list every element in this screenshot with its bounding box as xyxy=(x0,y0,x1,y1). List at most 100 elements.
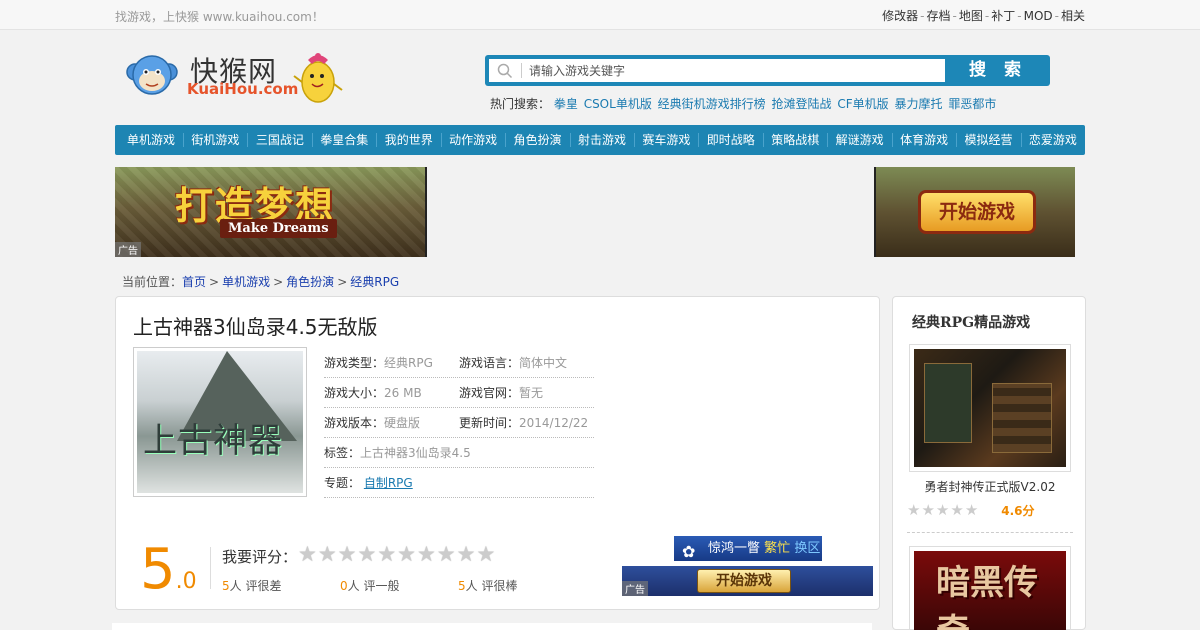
nav-item[interactable]: 角色扮演 xyxy=(506,125,570,155)
hot-search-link[interactable]: 暴力摩托 xyxy=(894,97,942,111)
thumb-panel xyxy=(924,363,972,443)
rating-count-good: 5人 评很棒 xyxy=(458,577,576,594)
rating-count-ok: 0人 评一般 xyxy=(340,577,458,594)
search-input[interactable] xyxy=(529,59,939,82)
top-links: 修改器 - 存档 - 地图 - 补丁 - MOD - 相关 xyxy=(882,7,1085,24)
nav-item[interactable]: 恋爱游戏 xyxy=(1021,125,1085,155)
thumb-title: 暗黑传奇 xyxy=(936,563,1038,630)
game-cover[interactable]: 上古神器 xyxy=(133,347,307,497)
info-value: 上古神器3仙岛录4.5 xyxy=(360,446,471,460)
small-ad-bottom: 开始游戏 广告 xyxy=(622,566,873,596)
nav-item[interactable]: 解谜游戏 xyxy=(828,125,892,155)
nav-item[interactable]: 动作游戏 xyxy=(441,125,505,155)
nav-item[interactable]: 模拟经营 xyxy=(956,125,1020,155)
banner-ad-right[interactable]: 开始游戏 xyxy=(874,167,1075,257)
breadcrumb-home[interactable]: 首页 xyxy=(182,275,206,289)
nav-item[interactable]: 街机游戏 xyxy=(183,125,247,155)
rating-star-icon[interactable]: ★ xyxy=(298,543,317,565)
count-number: 5 xyxy=(458,579,466,593)
top-link-separator: - xyxy=(984,9,990,23)
nav-item[interactable]: 拳皇合集 xyxy=(312,125,376,155)
info-row: 游戏大小：26 MB 游戏官网：暂无 xyxy=(324,378,594,408)
nav-item[interactable]: 我的世界 xyxy=(377,125,441,155)
small-ad-start-button[interactable]: 开始游戏 xyxy=(697,569,791,593)
rating-star-icon[interactable]: ★ xyxy=(476,543,495,565)
sidebar-game-rating: ★ ★ ★ ★ ★ 4.6分 xyxy=(907,501,1035,519)
info-key: 游戏类型： xyxy=(324,356,385,370)
sidebar-game-thumb[interactable]: 暗黑传奇 xyxy=(909,546,1071,630)
hot-search-link[interactable]: 罪恶都市 xyxy=(948,97,996,111)
score-decimal: .0 xyxy=(175,569,197,594)
breadcrumb-rpg[interactable]: 角色扮演 xyxy=(286,275,334,289)
breadcrumb-pc-games[interactable]: 单机游戏 xyxy=(222,275,270,289)
thumb-image: 暗黑传奇 xyxy=(914,551,1066,630)
top-link-map[interactable]: 地图 xyxy=(959,9,983,23)
hot-search-link[interactable]: 抢滩登陆战 xyxy=(772,97,832,111)
info-row: 专题： 自制RPG xyxy=(324,468,594,498)
search-box xyxy=(489,59,945,82)
search-button[interactable]: 搜 索 xyxy=(950,57,1046,84)
info-row: 游戏版本：硬盘版 更新时间：2014/12/22 xyxy=(324,408,594,438)
topic-link[interactable]: 自制RPG xyxy=(364,476,413,490)
top-link-patch[interactable]: 补丁 xyxy=(991,9,1015,23)
top-link-separator: - xyxy=(1054,9,1059,23)
search-icon xyxy=(497,63,513,79)
top-link-save[interactable]: 存档 xyxy=(927,9,951,23)
star-icon: ★ xyxy=(964,501,979,519)
count-label: 人 评很棒 xyxy=(465,579,518,593)
nav-item[interactable]: 体育游戏 xyxy=(892,125,956,155)
rating-star-icon[interactable]: ★ xyxy=(318,543,337,565)
hot-search-link[interactable]: CSOL单机版 xyxy=(584,97,652,111)
nav-item[interactable]: 即时战略 xyxy=(699,125,763,155)
rating-star-icon[interactable]: ★ xyxy=(417,543,436,565)
breadcrumb-separator: > xyxy=(337,275,348,289)
cover-text: 上古神器 xyxy=(143,421,283,461)
site-logo[interactable]: 快猴网 KuaiHou.com xyxy=(125,48,345,108)
top-link-mod[interactable]: MOD xyxy=(1024,9,1053,23)
rating-count-bad: 5人 评很差 xyxy=(222,577,340,594)
info-key: 更新时间： xyxy=(459,416,520,430)
logo-subtitle: KuaiHou.com xyxy=(187,80,299,98)
ad-tag: 广告 xyxy=(622,581,648,596)
server-name: 惊鸿一瞥 xyxy=(708,541,761,556)
nav-item[interactable]: 策略战棋 xyxy=(763,125,827,155)
sidebar-game-thumb[interactable] xyxy=(909,344,1071,472)
star-icon: ★ xyxy=(907,501,921,519)
rating-star-icon[interactable]: ★ xyxy=(397,543,416,565)
banner-ad-left[interactable]: 打造梦想 Make Dreams 广告 xyxy=(115,167,427,257)
info-value: 暂无 xyxy=(519,386,544,400)
breadcrumb-classic-rpg[interactable]: 经典RPG xyxy=(350,275,399,289)
info-key: 游戏大小： xyxy=(324,386,385,400)
info-key: 标签： xyxy=(324,446,361,460)
rating-star-icon[interactable]: ★ xyxy=(357,543,376,565)
cover-image: 上古神器 xyxy=(137,351,303,493)
start-game-button[interactable]: 开始游戏 xyxy=(918,190,1036,234)
hot-search-link[interactable]: CF单机版 xyxy=(837,97,888,111)
top-link-related[interactable]: 相关 xyxy=(1061,9,1085,23)
rating-star-icon[interactable]: ★ xyxy=(377,543,396,565)
rating-star-icon[interactable]: ★ xyxy=(437,543,456,565)
info-row: 标签：上古神器3仙岛录4.5 xyxy=(324,438,594,468)
nav-item[interactable]: 射击游戏 xyxy=(570,125,634,155)
switch-server-link[interactable]: 换区 xyxy=(794,541,820,556)
nav-item[interactable]: 三国战记 xyxy=(248,125,312,155)
nav-item[interactable]: 单机游戏 xyxy=(119,125,183,155)
info-value: 硬盘版 xyxy=(384,416,421,430)
breadcrumb-separator: > xyxy=(273,275,284,289)
info-row: 游戏类型：经典RPG 游戏语言：简体中文 xyxy=(324,348,594,378)
thumb-image xyxy=(914,349,1066,467)
info-key: 游戏语言： xyxy=(459,356,520,370)
game-info: 游戏类型：经典RPG 游戏语言：简体中文 游戏大小：26 MB 游戏官网：暂无 … xyxy=(324,348,594,498)
rating-star-icon[interactable]: ★ xyxy=(457,543,476,565)
top-link-separator: - xyxy=(920,9,925,23)
search-bar: 搜 索 xyxy=(485,55,1050,86)
site-slogan: 找游戏，上快猴 www.kuaihou.com！ xyxy=(115,10,324,24)
hot-search-link[interactable]: 经典街机游戏排行榜 xyxy=(658,97,766,111)
hot-search-link[interactable]: 拳皇 xyxy=(554,97,578,111)
sidebar-game-name[interactable]: 勇者封神传正式版V2.02 xyxy=(893,478,1087,495)
top-link-trainer[interactable]: 修改器 xyxy=(882,9,918,23)
rating-star-icon[interactable]: ★ xyxy=(338,543,357,565)
mascot-icon xyxy=(293,53,343,103)
nav-item[interactable]: 赛车游戏 xyxy=(634,125,698,155)
small-ad[interactable]: ✿ 惊鸿一瞥 繁忙 换区 开始游戏 广告 xyxy=(622,536,873,597)
